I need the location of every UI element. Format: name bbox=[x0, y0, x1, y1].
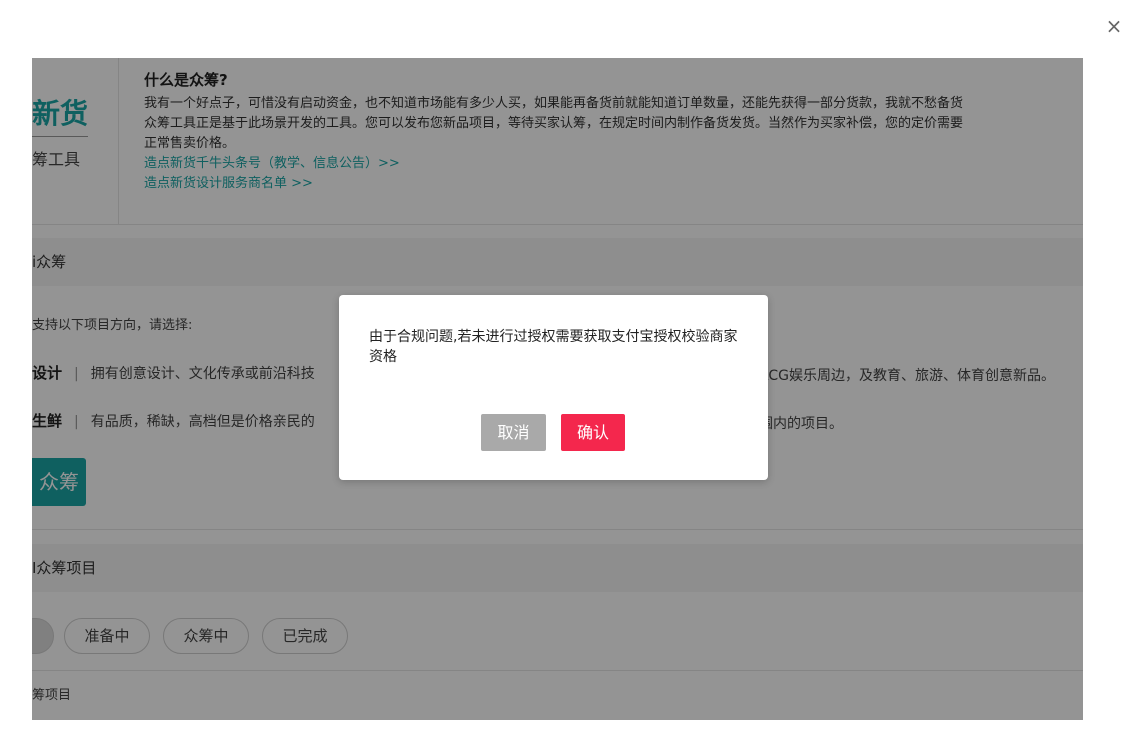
authorization-dialog: 由于合规问题,若未进行过授权需要获取支付宝授权校验商家资格 取消 确认 bbox=[339, 295, 768, 480]
close-icon[interactable]: × bbox=[1104, 16, 1124, 36]
confirm-button[interactable]: 确认 bbox=[561, 414, 625, 451]
dialog-message: 由于合规问题,若未进行过授权需要获取支付宝授权校验商家资格 bbox=[369, 329, 738, 365]
cancel-button[interactable]: 取消 bbox=[481, 414, 546, 451]
